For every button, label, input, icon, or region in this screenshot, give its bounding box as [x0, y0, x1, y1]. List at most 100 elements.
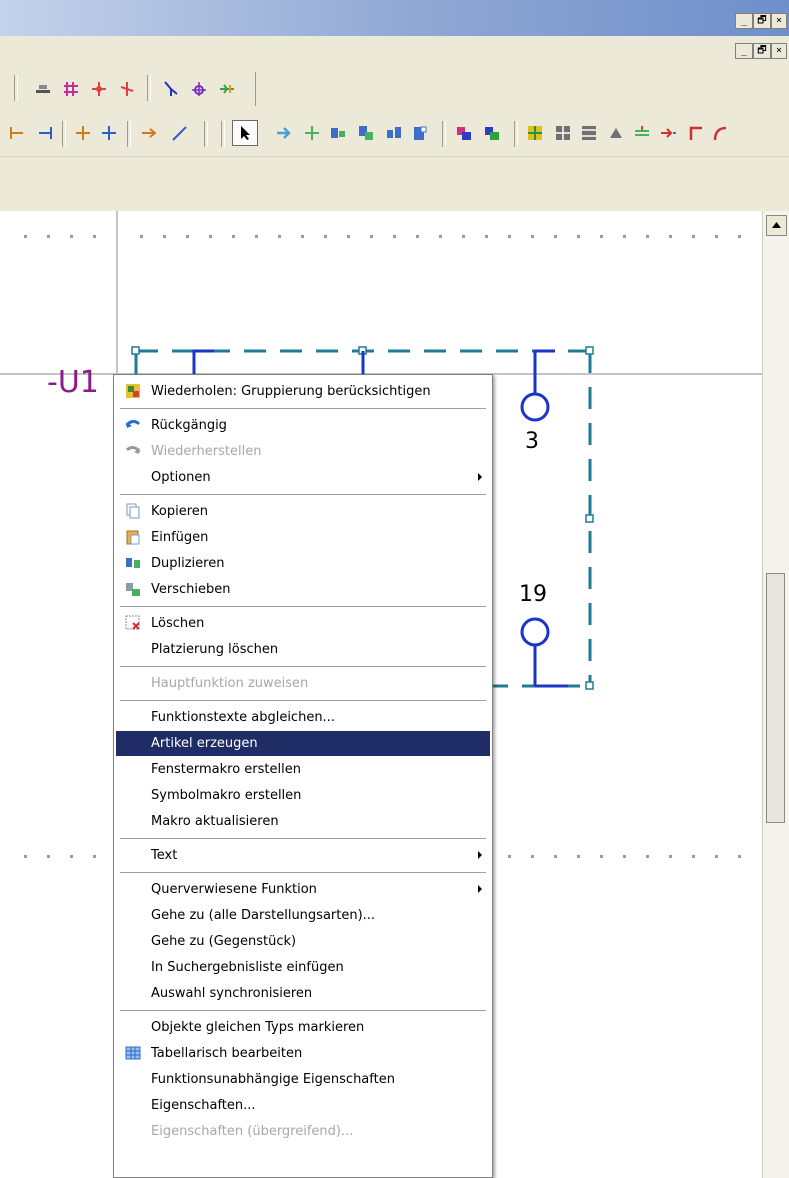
menu-item-label: Objekte gleichen Typs markieren	[151, 1020, 365, 1035]
menu-item-funktionsunabhängige-eigenschaften[interactable]: Funktionsunabhängige Eigenschaften	[116, 1067, 490, 1092]
color-block-icon[interactable]	[455, 124, 473, 142]
grid-dots-top	[24, 235, 741, 238]
color-block-alt-icon[interactable]	[483, 124, 501, 142]
cross-icon[interactable]	[303, 124, 321, 142]
grid-icon[interactable]	[62, 80, 80, 98]
menu-item-artikel-erzeugen[interactable]: Artikel erzeugen	[116, 731, 490, 756]
shape-icon[interactable]	[607, 124, 625, 142]
grid-block-icon[interactable]	[526, 124, 544, 142]
menu-item-label: Artikel erzeugen	[151, 736, 258, 751]
scroll-up-button[interactable]	[766, 215, 787, 236]
toolbar-row-1	[0, 66, 789, 110]
menu-item-gehe-zu-gegenstück[interactable]: Gehe zu (Gegenstück)	[116, 929, 490, 954]
menu-item-label: Hauptfunktion zuweisen	[151, 676, 309, 691]
swap-block-icon[interactable]	[385, 124, 403, 142]
repeat-group-icon	[126, 384, 140, 398]
menu-item-label: Wiederholen: Gruppierung berücksichtigen	[151, 384, 431, 399]
angle-icon[interactable]	[162, 80, 180, 98]
duplicate-icon	[126, 558, 140, 568]
align-icon[interactable]	[34, 80, 52, 98]
pin-19	[520, 617, 568, 688]
menu-item-in-suchergebnisliste-einfügen[interactable]: In Suchergebnisliste einfügen	[116, 955, 490, 980]
arrow-connect-icon[interactable]	[140, 124, 158, 142]
copy-icon	[126, 503, 140, 519]
menu-item-platzierung-löschen[interactable]: Platzierung löschen	[116, 637, 490, 662]
menu-item-text[interactable]: Text	[116, 843, 490, 868]
diagonal-icon[interactable]	[170, 124, 188, 142]
device-tag-label: -U1	[47, 365, 99, 400]
menu-item-label: Gehe zu (Gegenstück)	[151, 934, 297, 949]
menu-separator	[120, 872, 486, 874]
undo-icon	[125, 420, 141, 428]
close-button[interactable]: ×	[771, 13, 787, 29]
menu-item-rückgängig[interactable]: Rückgängig	[116, 413, 490, 438]
table-edit-icon	[125, 1046, 141, 1060]
menu-item-eigenschaften[interactable]: Eigenschaften...	[116, 1093, 490, 1118]
junction-icon[interactable]	[90, 80, 108, 98]
menu-item-label: Verschieben	[151, 582, 231, 597]
junction-alt-icon[interactable]	[118, 80, 136, 98]
submenu-arrow-icon	[478, 885, 482, 893]
move-block-icon[interactable]	[329, 124, 347, 142]
select-pointer-button[interactable]	[232, 120, 258, 146]
menu-item-auswahl-synchronisieren[interactable]: Auswahl synchronisieren	[116, 981, 490, 1006]
menu-item-label: Eigenschaften (übergreifend)...	[151, 1124, 354, 1139]
mdi-bar: _ 🗗 ×	[0, 36, 789, 67]
menu-separator	[120, 666, 486, 668]
grid-block-alt-icon[interactable]	[554, 124, 572, 142]
t-connect-icon[interactable]	[74, 124, 92, 142]
corner-connect-icon[interactable]	[8, 124, 26, 142]
crosshair-icon[interactable]	[190, 80, 208, 98]
scroll-thumb[interactable]	[766, 573, 785, 823]
submenu-arrow-icon	[478, 473, 482, 481]
minimize-button[interactable]: _	[735, 13, 753, 29]
menu-item-makro-aktualisieren[interactable]: Makro aktualisieren	[116, 809, 490, 834]
move-icon	[126, 583, 140, 596]
t-connect-alt-icon[interactable]	[100, 124, 118, 142]
toolbar-separator	[62, 121, 66, 147]
menu-item-label: Fenstermakro erstellen	[151, 762, 301, 777]
paste-icon	[126, 530, 140, 545]
bridge-icon[interactable]	[218, 80, 236, 98]
menu-separator	[120, 494, 486, 496]
menu-item-label: Tabellarisch bearbeiten	[151, 1046, 303, 1061]
curve-red-icon[interactable]	[711, 124, 729, 142]
menu-item-löschen[interactable]: Löschen	[116, 611, 490, 636]
block-icon[interactable]	[411, 124, 429, 142]
menu-item-duplizieren[interactable]: Duplizieren	[116, 551, 490, 576]
grid-block-alt2-icon[interactable]	[580, 124, 598, 142]
mdi-minimize-button[interactable]: _	[735, 43, 753, 59]
menu-separator	[120, 838, 486, 840]
menu-item-tabellarisch-bearbeiten[interactable]: Tabellarisch bearbeiten	[116, 1041, 490, 1066]
menu-item-optionen[interactable]: Optionen	[116, 465, 490, 490]
toolbar-row-2	[0, 110, 789, 157]
menu-item-objekte-gleichen-typs-markieren[interactable]: Objekte gleichen Typs markieren	[116, 1015, 490, 1040]
vertical-scrollbar[interactable]	[762, 211, 789, 1178]
menu-item-label: Eigenschaften...	[151, 1098, 256, 1113]
restore-button[interactable]: 🗗	[753, 13, 771, 29]
menu-item-fenstermakro-erstellen[interactable]: Fenstermakro erstellen	[116, 757, 490, 782]
menu-item-kopieren[interactable]: Kopieren	[116, 499, 490, 524]
menu-separator	[120, 408, 486, 410]
menu-item-einfügen[interactable]: Einfügen	[116, 525, 490, 550]
context-menu: Wiederholen: Gruppierung berücksichtigen…	[113, 374, 493, 1178]
arrow-icon[interactable]	[275, 124, 293, 142]
menu-item-label: Symbolmakro erstellen	[151, 788, 302, 803]
menu-item-gehe-zu-alle-darstellungsarten[interactable]: Gehe zu (alle Darstellungsarten)...	[116, 903, 490, 928]
toolbar-separator	[204, 121, 208, 147]
menu-item-wiederholen-gruppierung-berücksichtigen[interactable]: Wiederholen: Gruppierung berücksichtigen	[116, 379, 490, 404]
arrow-split-icon[interactable]	[659, 124, 677, 142]
delete-icon	[125, 615, 140, 630]
mdi-close-button[interactable]: ×	[771, 43, 787, 59]
menu-item-querverwiesene-funktion[interactable]: Querverwiesene Funktion	[116, 877, 490, 902]
menu-item-symbolmakro-erstellen[interactable]: Symbolmakro erstellen	[116, 783, 490, 808]
copy-block-icon[interactable]	[357, 124, 375, 142]
corner-connect-alt-icon[interactable]	[36, 124, 54, 142]
toolbar-grip	[14, 75, 18, 101]
menu-item-funktionstexte-abgleichen[interactable]: Funktionstexte abgleichen...	[116, 705, 490, 730]
split-icon[interactable]	[633, 124, 651, 142]
toolbar-grip	[221, 121, 225, 147]
mdi-restore-button[interactable]: 🗗	[753, 43, 771, 59]
corner-red-icon[interactable]	[687, 124, 705, 142]
menu-item-verschieben[interactable]: Verschieben	[116, 577, 490, 602]
